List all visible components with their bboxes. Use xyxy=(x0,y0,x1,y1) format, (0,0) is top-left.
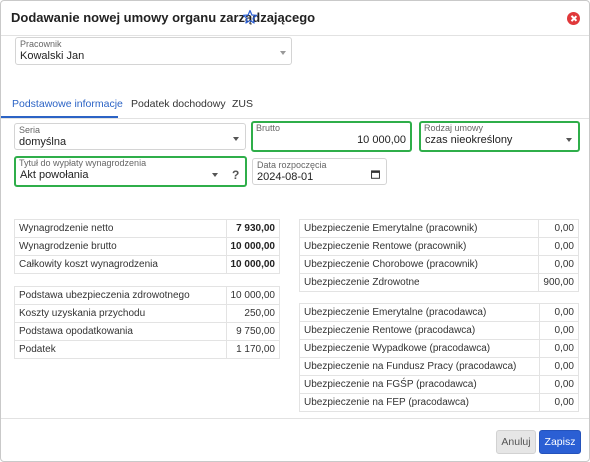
employer-insurance-table: Ubezpieczenie Emerytalne (pracodawca) 0,0… xyxy=(299,303,579,412)
table-row: Wynagrodzenie brutto 10 000,00 xyxy=(14,237,280,256)
dialog: Dodawanie nowej umowy organu zarządzając… xyxy=(0,0,590,462)
insurance-value: 0,00 xyxy=(539,339,579,358)
table-row: Koszty uzyskania przychodu 250,00 xyxy=(14,304,280,323)
summary-value: 10 000,00 xyxy=(225,237,280,256)
chevron-down-icon xyxy=(212,173,218,177)
seria-label: Seria xyxy=(19,125,41,135)
tax-base-table: Podstawa ubezpieczenia zdrowotnego 10 000… xyxy=(14,286,280,359)
insurance-value: 0,00 xyxy=(539,321,579,340)
table-row: Ubezpieczenie Chorobowe (pracownik) 0,00 xyxy=(298,255,579,274)
close-icon[interactable] xyxy=(567,12,580,25)
table-row: Podstawa opodatkowania 9 750,00 xyxy=(14,322,280,341)
summary-label: Podatek xyxy=(14,340,227,359)
summary-value: 10 000,00 xyxy=(225,255,280,274)
start-date-value: 2024-08-01 xyxy=(257,171,314,183)
summary-label: Podstawa ubezpieczenia zdrowotnego xyxy=(14,286,227,305)
chevron-down-icon xyxy=(233,137,239,141)
contract-type-value: czas nieokreślony xyxy=(425,134,513,146)
table-row: Wynagrodzenie netto 7 930,00 xyxy=(14,219,280,238)
insurance-value: 0,00 xyxy=(538,255,579,274)
summary-value: 7 930,00 xyxy=(225,219,280,238)
table-row: Ubezpieczenie Emerytalne (pracownik) 0,00 xyxy=(298,219,579,238)
summary-label: Koszty uzyskania przychodu xyxy=(14,304,227,323)
table-row: Podatek 1 170,00 xyxy=(14,340,280,359)
brutto-label: Brutto xyxy=(256,123,281,133)
star-outline-icon[interactable] xyxy=(242,9,258,25)
insurance-label: Ubezpieczenie Rentowe (pracownik) xyxy=(298,237,540,256)
payment-title-select[interactable]: Tytuł do wypłaty wynagrodzenia Akt powoł… xyxy=(14,156,247,187)
dialog-header: Dodawanie nowej umowy organu zarządzając… xyxy=(1,1,589,36)
payment-title-value: Akt powołania xyxy=(20,169,89,181)
table-row: Ubezpieczenie Wypadkowe (pracodawca) 0,00 xyxy=(299,339,579,358)
active-tab-indicator xyxy=(1,116,118,118)
insurance-label: Ubezpieczenie Zdrowotne xyxy=(298,273,540,292)
table-row: Ubezpieczenie Rentowe (pracodawca) 0,00 xyxy=(299,321,579,340)
contract-type-select[interactable]: Rodzaj umowy czas nieokreślony xyxy=(419,121,580,152)
summary-label: Całkowity koszt wynagrodzenia xyxy=(14,255,227,274)
brutto-input[interactable]: Brutto 10 000,00 xyxy=(251,121,412,152)
employee-label: Pracownik xyxy=(20,39,62,49)
insurance-label: Ubezpieczenie na Fundusz Pracy (pracodaw… xyxy=(299,357,540,376)
summary-value: 1 170,00 xyxy=(225,340,280,359)
summary-label: Podstawa opodatkowania xyxy=(14,322,227,341)
seria-select[interactable]: Seria domyślna xyxy=(14,123,246,150)
insurance-label: Ubezpieczenie na FGŚP (pracodawca) xyxy=(299,375,540,394)
employee-value: Kowalski Jan xyxy=(20,50,85,62)
help-icon[interactable]: ? xyxy=(232,168,239,182)
insurance-label: Ubezpieczenie Wypadkowe (pracodawca) xyxy=(299,339,540,358)
tab-bar: Podstawowe informacje Podatek dochodowy … xyxy=(1,88,589,119)
salary-summary-table: Wynagrodzenie netto 7 930,00 Wynagrodzeni… xyxy=(14,219,280,274)
summary-value: 9 750,00 xyxy=(225,322,280,341)
table-row: Ubezpieczenie na FEP (pracodawca) 0,00 xyxy=(299,393,579,412)
payment-title-label: Tytuł do wypłaty wynagrodzenia xyxy=(19,158,147,168)
insurance-value: 0,00 xyxy=(539,303,579,322)
insurance-value: 0,00 xyxy=(539,393,579,412)
table-row: Podstawa ubezpieczenia zdrowotnego 10 000… xyxy=(14,286,280,305)
summary-label: Wynagrodzenie netto xyxy=(14,219,227,238)
table-row: Ubezpieczenie na FGŚP (pracodawca) 0,00 xyxy=(299,375,579,394)
seria-value: domyślna xyxy=(19,136,67,148)
contract-type-label: Rodzaj umowy xyxy=(424,123,484,133)
save-button[interactable]: Zapisz xyxy=(539,430,581,454)
cancel-button[interactable]: Anuluj xyxy=(496,430,536,454)
chevron-down-icon xyxy=(566,138,572,142)
footer-divider xyxy=(1,418,589,419)
tab-zus[interactable]: ZUS xyxy=(232,98,253,110)
insurance-value: 0,00 xyxy=(539,375,579,394)
chevron-down-icon xyxy=(280,51,286,55)
table-row: Ubezpieczenie Rentowe (pracownik) 0,00 xyxy=(298,237,579,256)
employee-select[interactable]: Pracownik Kowalski Jan xyxy=(15,37,292,65)
tab-podatek-dochodowy[interactable]: Podatek dochodowy xyxy=(131,98,226,110)
table-row: Całkowity koszt wynagrodzenia 10 000,00 xyxy=(14,255,280,274)
table-row: Ubezpieczenie Zdrowotne 900,00 xyxy=(298,273,579,292)
summary-value: 10 000,00 xyxy=(225,286,280,305)
brutto-value: 10 000,00 xyxy=(357,134,406,146)
insurance-value: 900,00 xyxy=(538,273,579,292)
tab-podstawowe-informacje[interactable]: Podstawowe informacje xyxy=(12,98,123,110)
dialog-title: Dodawanie nowej umowy organu zarządzając… xyxy=(11,10,316,25)
employee-insurance-table: Ubezpieczenie Emerytalne (pracownik) 0,00… xyxy=(298,219,579,292)
table-row: Ubezpieczenie Emerytalne (pracodawca) 0,0… xyxy=(299,303,579,322)
insurance-value: 0,00 xyxy=(538,219,579,238)
table-row: Ubezpieczenie na Fundusz Pracy (pracodaw… xyxy=(299,357,579,376)
insurance-label: Ubezpieczenie Chorobowe (pracownik) xyxy=(298,255,540,274)
calendar-icon[interactable] xyxy=(371,170,380,179)
insurance-value: 0,00 xyxy=(539,357,579,376)
insurance-label: Ubezpieczenie na FEP (pracodawca) xyxy=(299,393,540,412)
start-date-input[interactable]: Data rozpoczęcia 2024-08-01 xyxy=(252,158,387,185)
insurance-label: Ubezpieczenie Emerytalne (pracodawca) xyxy=(299,303,540,322)
insurance-label: Ubezpieczenie Emerytalne (pracownik) xyxy=(298,219,540,238)
insurance-value: 0,00 xyxy=(538,237,579,256)
summary-value: 250,00 xyxy=(225,304,280,323)
summary-label: Wynagrodzenie brutto xyxy=(14,237,227,256)
start-date-label: Data rozpoczęcia xyxy=(257,160,327,170)
insurance-label: Ubezpieczenie Rentowe (pracodawca) xyxy=(299,321,540,340)
